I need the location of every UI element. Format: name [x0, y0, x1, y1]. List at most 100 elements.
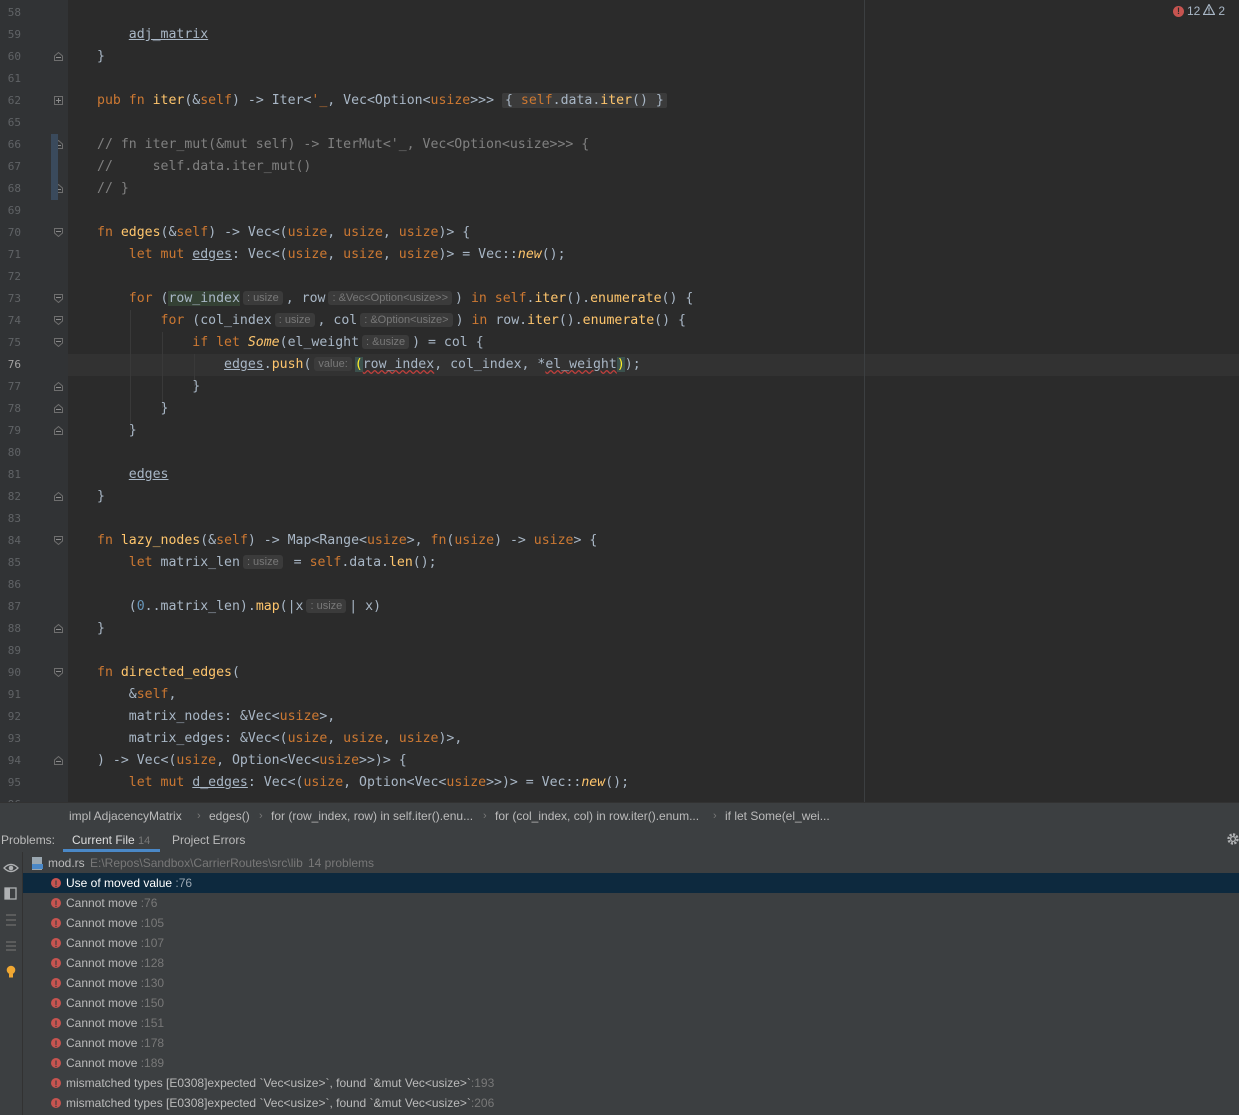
code-line[interactable]: edges — [97, 464, 169, 486]
gutter-line[interactable]: 76 — [0, 354, 68, 376]
gutter-line[interactable]: 81 — [0, 464, 68, 486]
code-line[interactable]: fn edges(&self) -> Vec<(usize, usize, us… — [97, 222, 470, 244]
code-line[interactable]: adj_matrix — [97, 24, 208, 46]
gutter-line[interactable]: 70 — [0, 222, 68, 244]
gutter-line[interactable]: 85 — [0, 552, 68, 574]
fold-expanded-icon[interactable] — [54, 338, 63, 347]
gutter-line[interactable]: 73 — [0, 288, 68, 310]
gutter-line[interactable]: 94 — [0, 750, 68, 772]
gutter-line[interactable]: 84 — [0, 530, 68, 552]
code-editor[interactable]: 58 59 60 61 62 65 66 67 68 69 70 71 72 73 74 75 76 77 78 79… — [0, 0, 1239, 802]
code-line[interactable]: // } — [97, 178, 129, 200]
problem-row[interactable]: Use of moved value :76 — [23, 873, 1239, 894]
gutter-line[interactable]: 86 — [0, 574, 68, 596]
problem-row[interactable]: Cannot move :76 — [23, 893, 1239, 914]
fold-expanded-icon[interactable] — [54, 536, 63, 545]
gutter-line[interactable]: 61 — [0, 68, 68, 90]
fold-end-icon[interactable] — [54, 426, 63, 435]
problem-row[interactable]: mismatched types [E0308]expected `Vec<us… — [23, 1093, 1239, 1114]
vcs-change-marker[interactable] — [51, 134, 58, 200]
gutter-line[interactable]: 95 — [0, 772, 68, 794]
gutter-line[interactable]: 65 — [0, 112, 68, 134]
code-line[interactable]: } — [97, 420, 137, 442]
breadcrumb-item[interactable]: if let Some(el_wei... — [725, 803, 830, 829]
gutter-line[interactable]: 58 — [0, 2, 68, 24]
code-line[interactable]: let mut edges: Vec<(usize, usize, usize)… — [97, 244, 566, 266]
problem-row[interactable]: Cannot move :105 — [23, 913, 1239, 934]
gutter-line[interactable]: 91 — [0, 684, 68, 706]
code-line[interactable]: matrix_nodes: &Vec<usize>, — [97, 706, 335, 728]
code-line[interactable]: } — [97, 376, 200, 398]
problem-row[interactable]: Cannot move :130 — [23, 973, 1239, 994]
code-line[interactable]: if let Some(el_weight: &usize) = col { — [97, 332, 484, 354]
gutter-line[interactable]: 72 — [0, 266, 68, 288]
gutter-line[interactable]: 62 — [0, 90, 68, 112]
tab-project-errors[interactable]: Project Errors — [172, 828, 245, 852]
gutter-line[interactable]: 83 — [0, 508, 68, 530]
code-line[interactable]: for (row_index: usize, row: &Vec<Option<… — [97, 288, 693, 310]
code-line[interactable]: (0..matrix_len).map(|x: usize | x) — [97, 596, 381, 618]
code-line[interactable]: } — [97, 618, 105, 640]
code-line[interactable]: // self.data.iter_mut() — [97, 156, 311, 178]
problem-row[interactable]: mismatched types [E0308]expected `Vec<us… — [23, 1073, 1239, 1094]
gutter-line[interactable]: 59 — [0, 24, 68, 46]
code-line[interactable]: let mut d_edges: Vec<(usize, Option<Vec<… — [97, 772, 629, 794]
problem-row[interactable]: Cannot move :189 — [23, 1053, 1239, 1074]
breadcrumb-item[interactable]: impl AdjacencyMatrix — [69, 803, 182, 829]
fold-expanded-icon[interactable] — [54, 96, 63, 105]
gutter-line[interactable]: 74 — [0, 310, 68, 332]
fold-end-icon[interactable] — [54, 382, 63, 391]
code-line[interactable]: } — [97, 398, 169, 420]
fold-expanded-icon[interactable] — [54, 228, 63, 237]
collapse-all-icon[interactable] — [3, 938, 19, 954]
fold-end-icon[interactable] — [54, 404, 63, 413]
gutter-line[interactable]: 87 — [0, 596, 68, 618]
problem-row[interactable]: Cannot move :150 — [23, 993, 1239, 1014]
code-line[interactable]: fn lazy_nodes(&self) -> Map<Range<usize>… — [97, 530, 597, 552]
code-line[interactable]: ) -> Vec<(usize, Option<Vec<usize>>)> { — [97, 750, 407, 772]
gutter-line[interactable]: 82 — [0, 486, 68, 508]
fold-end-icon[interactable] — [54, 624, 63, 633]
gutter-line[interactable]: 79 — [0, 420, 68, 442]
gutter-line[interactable]: 80 — [0, 442, 68, 464]
code-line[interactable]: } — [97, 46, 105, 68]
code-line[interactable]: fn directed_edges( — [97, 662, 240, 684]
code-line[interactable]: matrix_edges: &Vec<(usize, usize, usize)… — [97, 728, 463, 750]
code-line[interactable]: pub fn iter(&self) -> Iter<'_, Vec<Optio… — [97, 90, 667, 112]
gutter-line[interactable]: 78 — [0, 398, 68, 420]
code-line[interactable]: } — [97, 486, 105, 508]
gutter-line[interactable]: 71 — [0, 244, 68, 266]
problem-row[interactable]: Cannot move :128 — [23, 953, 1239, 974]
fold-end-icon[interactable] — [54, 492, 63, 501]
gutter-line[interactable]: 88 — [0, 618, 68, 640]
gutter-line[interactable]: 96 — [0, 794, 68, 802]
file-group-row[interactable]: mod.rs E:\Repos\Sandbox\CarrierRoutes\sr… — [23, 854, 1239, 872]
problem-row[interactable]: Cannot move :107 — [23, 933, 1239, 954]
code-line[interactable]: let matrix_len: usize = self.data.len(); — [97, 552, 437, 574]
code-line[interactable]: for (col_index: usize, col: &Option<usiz… — [97, 310, 686, 332]
problem-row[interactable]: Cannot move :178 — [23, 1033, 1239, 1054]
breadcrumb-item[interactable]: for (row_index, row) in self.iter().enu.… — [271, 803, 473, 829]
code-line[interactable]: &self, — [97, 684, 177, 706]
fold-expanded-icon[interactable] — [54, 668, 63, 677]
eye-icon[interactable] — [3, 860, 19, 876]
inspection-widget[interactable]: ! 12 2 — [1172, 3, 1225, 18]
gutter-line[interactable]: 69 — [0, 200, 68, 222]
breadcrumb-item[interactable]: for (col_index, col) in row.iter().enum.… — [495, 803, 699, 829]
gutter-line[interactable]: 90 — [0, 662, 68, 684]
code-line[interactable]: // fn iter_mut(&mut self) -> IterMut<'_,… — [97, 134, 589, 156]
gutter-line[interactable]: 93 — [0, 728, 68, 750]
gutter-line[interactable]: 77 — [0, 376, 68, 398]
breadcrumb-item[interactable]: edges() — [209, 803, 250, 829]
lightbulb-icon[interactable] — [3, 964, 19, 980]
fold-expanded-icon[interactable] — [54, 294, 63, 303]
fold-expanded-icon[interactable] — [54, 316, 63, 325]
expand-all-icon[interactable] — [3, 912, 19, 928]
gutter-line[interactable]: 75 — [0, 332, 68, 354]
gutter-line[interactable]: 92 — [0, 706, 68, 728]
gear-icon[interactable] — [1226, 832, 1239, 850]
preview-icon[interactable] — [3, 886, 19, 902]
fold-end-icon[interactable] — [54, 52, 63, 61]
gutter-line[interactable]: 89 — [0, 640, 68, 662]
code-line[interactable]: edges.push(value: (row_index, col_index, … — [97, 354, 641, 376]
